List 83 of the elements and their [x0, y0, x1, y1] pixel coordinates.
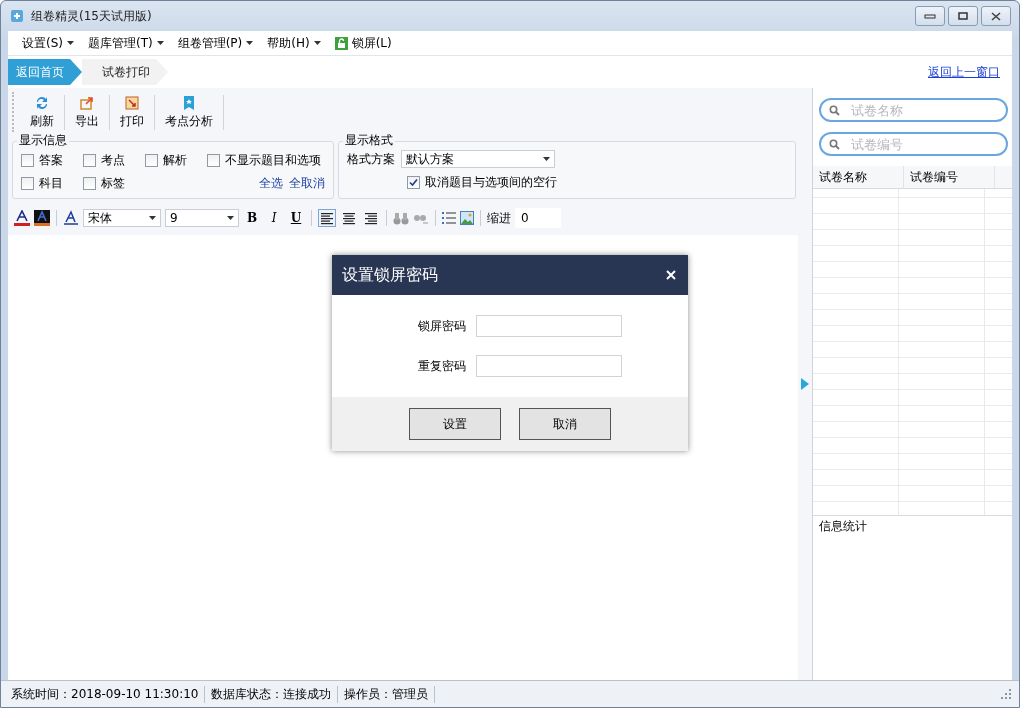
text-style-button[interactable]: I [265, 209, 283, 227]
select-link[interactable]: 全选 [259, 175, 283, 192]
menu-item[interactable]: 题库管理(T) [88, 34, 164, 52]
checkbox[interactable] [207, 154, 220, 167]
font-size-dropdown[interactable]: 9 [165, 209, 239, 227]
align-button[interactable] [318, 209, 336, 227]
field-label: 重复密码 [418, 357, 466, 375]
close-icon [990, 11, 1002, 21]
font-color-icon[interactable] [14, 210, 30, 226]
indent-field[interactable]: 0 [515, 208, 561, 228]
toolbar-button[interactable]: 导出 [65, 95, 110, 130]
field-label: 锁屏密码 [418, 317, 466, 335]
column-header[interactable]: 试卷名称 [813, 166, 904, 188]
caret-icon [227, 216, 234, 220]
scheme-dropdown[interactable]: 默认方案 [401, 150, 555, 168]
caret-icon [313, 41, 321, 45]
dialog-button[interactable]: 取消 [519, 408, 611, 440]
caret-icon [246, 41, 254, 45]
highlight-color-icon[interactable] [34, 210, 50, 226]
group-title: 显示信息 [17, 132, 69, 149]
select-link[interactable]: 全取消 [289, 175, 325, 192]
window-title: 组卷精灵(15天试用版) [31, 7, 153, 25]
menu-item[interactable]: 组卷管理(P) [177, 34, 254, 52]
breadcrumb-tab[interactable]: 试卷打印 [82, 59, 168, 85]
checkbox-label: 不显示题目和选项 [225, 152, 321, 169]
minimize-button[interactable] [915, 6, 945, 26]
text-style-button[interactable]: B [243, 209, 261, 227]
group-title: 信息统计 [819, 519, 867, 533]
password-field[interactable] [476, 315, 622, 337]
checkbox[interactable] [21, 154, 34, 167]
search-field[interactable]: 试卷名称 [819, 98, 1008, 122]
checkbox[interactable] [83, 177, 96, 190]
toolbar-button[interactable]: 考点分析 [155, 95, 224, 130]
toolbar-button[interactable]: 刷新 [20, 95, 65, 130]
checkbox-label: 答案 [39, 152, 63, 169]
image-icon[interactable] [460, 211, 474, 225]
indent-label: 缩进 [487, 209, 511, 227]
checkbox-label: 取消题目与选项间的空行 [425, 174, 557, 191]
status-text: 系统时间：2018-09-10 11:30:10 [5, 685, 206, 703]
text-style-button[interactable]: U [287, 209, 305, 227]
text-style-icon[interactable] [63, 210, 79, 226]
menu-item[interactable]: 锁屏(L) [334, 34, 392, 52]
lock-icon [334, 36, 348, 50]
password-field[interactable] [476, 355, 622, 377]
refresh-icon [34, 95, 50, 111]
bookmark-icon [181, 95, 197, 111]
checkbox-label: 标签 [101, 175, 125, 192]
app-icon [9, 8, 25, 24]
checkbox[interactable] [145, 154, 158, 167]
status-text: 数据库状态：连接成功 [205, 685, 339, 703]
export-icon [79, 95, 95, 111]
checkbox[interactable] [407, 176, 420, 189]
caret-icon [67, 41, 74, 45]
caret-icon [149, 216, 156, 220]
menu-item[interactable]: 帮助(H) [267, 34, 321, 52]
menu-item[interactable]: 设置(S) [22, 34, 74, 52]
caret-icon [543, 157, 550, 161]
checkbox-label: 科目 [39, 175, 63, 192]
maximize-icon [957, 11, 969, 21]
checkbox-label: 考点 [101, 152, 125, 169]
close-icon[interactable] [666, 270, 676, 280]
toolbar-button[interactable]: 打印 [110, 95, 155, 130]
checkbox[interactable] [83, 154, 96, 167]
list-icon[interactable] [442, 211, 456, 225]
font-dropdown[interactable]: 宋体 [83, 209, 161, 227]
scheme-label: 格式方案 [347, 150, 395, 168]
caret-icon [156, 41, 164, 45]
dialog-button[interactable]: 设置 [409, 408, 501, 440]
binoculars-icon[interactable] [393, 211, 409, 225]
minimize-icon [924, 12, 936, 20]
close-button[interactable] [981, 6, 1011, 26]
checkbox[interactable] [21, 177, 34, 190]
status-text: 操作员：管理员 [338, 685, 436, 703]
checkbox-label: 解析 [163, 152, 187, 169]
expand-arrow-icon[interactable] [801, 378, 809, 390]
search-field[interactable]: 试卷编号 [819, 132, 1008, 156]
maximize-button[interactable] [948, 6, 978, 26]
print-icon [124, 95, 140, 111]
column-header[interactable]: 试卷编号 [904, 166, 995, 188]
back-link[interactable]: 返回上一窗口 [928, 63, 1000, 81]
resize-grip-icon[interactable] [1001, 689, 1011, 699]
dialog-title: 设置锁屏密码 [342, 264, 438, 286]
group-title: 显示格式 [343, 132, 395, 149]
